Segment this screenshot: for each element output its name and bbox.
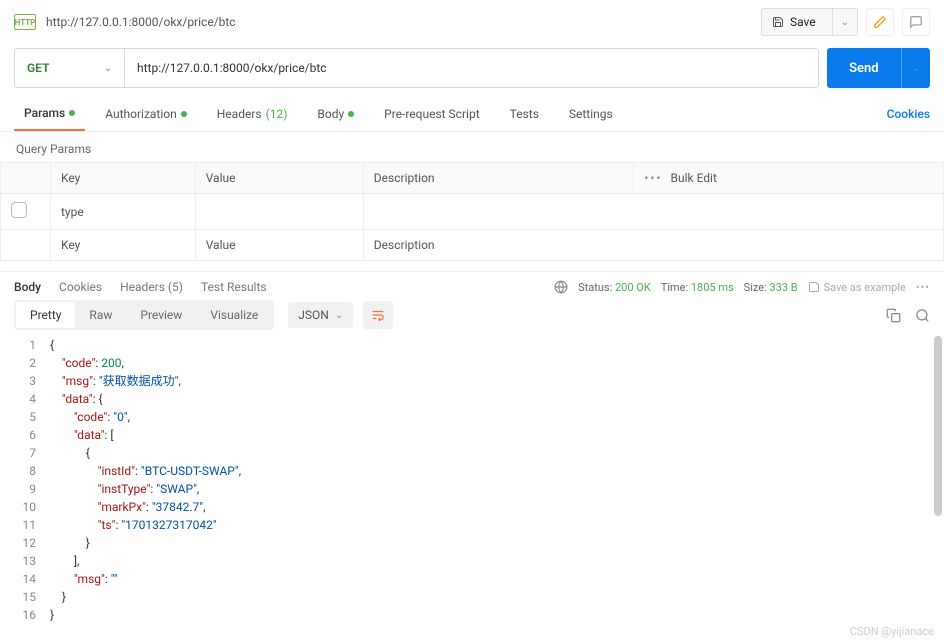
dot-indicator: [181, 111, 187, 117]
time-label: Time: 1805 ms: [661, 281, 734, 294]
desc-cell[interactable]: Description: [363, 230, 943, 261]
url-input[interactable]: [125, 49, 818, 87]
query-params-label: Query Params: [0, 132, 944, 162]
key-cell[interactable]: type: [51, 194, 196, 230]
tab-params[interactable]: Params: [14, 96, 85, 131]
comment-icon: [909, 15, 923, 29]
format-select[interactable]: JSON⌄: [288, 302, 353, 328]
col-key: Key: [51, 163, 196, 194]
save-as-example-button[interactable]: Save as example: [808, 281, 906, 294]
key-cell[interactable]: Key: [51, 230, 196, 261]
method-value: GET: [27, 61, 49, 75]
row-checkbox[interactable]: [11, 202, 27, 218]
tab-settings[interactable]: Settings: [559, 96, 623, 131]
save-label: Save: [790, 15, 816, 29]
http-method-select[interactable]: GET ⌄: [15, 49, 125, 87]
view-preview[interactable]: Preview: [126, 302, 196, 328]
tab-authorization[interactable]: Authorization: [95, 96, 197, 131]
comment-button[interactable]: [902, 8, 930, 36]
send-button[interactable]: Send: [827, 48, 901, 88]
col-actions: ••• Bulk Edit: [634, 163, 944, 194]
col-description: Description: [363, 163, 634, 194]
view-mode-tabs: Pretty Raw Preview Visualize: [14, 300, 274, 330]
value-cell[interactable]: [195, 194, 363, 230]
view-visualize[interactable]: Visualize: [196, 302, 272, 328]
code-content: { "code": 200, "msg": "获取数据成功", "data": …: [50, 336, 930, 624]
bulk-edit-link[interactable]: Bulk Edit: [671, 171, 717, 185]
send-dropdown[interactable]: ⌄: [901, 48, 930, 88]
response-body-editor[interactable]: 12345678910111213141516 { "code": 200, "…: [0, 336, 944, 624]
save-button-group: Save ⌄: [761, 8, 858, 36]
tab-tests[interactable]: Tests: [500, 96, 549, 131]
wrap-icon: [371, 309, 385, 321]
watermark: CSDN @yijianace: [850, 625, 934, 638]
col-value: Value: [195, 163, 363, 194]
value-cell[interactable]: Value: [195, 230, 363, 261]
dot-indicator: [348, 111, 354, 117]
view-raw[interactable]: Raw: [75, 302, 126, 328]
size-label: Size: 333 B: [744, 281, 798, 294]
resp-tab-tests[interactable]: Test Results: [201, 280, 267, 294]
resp-tab-body[interactable]: Body: [14, 280, 41, 294]
save-icon: [808, 281, 820, 293]
cookies-link[interactable]: Cookies: [887, 107, 930, 121]
wrap-lines-button[interactable]: [363, 301, 393, 329]
more-icon[interactable]: •••: [644, 171, 662, 185]
view-pretty[interactable]: Pretty: [16, 302, 75, 328]
globe-icon[interactable]: [554, 280, 568, 294]
table-row-new: Key Value Description: [1, 230, 944, 261]
tab-body[interactable]: Body: [307, 96, 364, 131]
method-url-bar: GET ⌄: [14, 48, 819, 88]
line-gutter: 12345678910111213141516: [0, 336, 50, 624]
scrollbar[interactable]: [934, 336, 942, 516]
edit-button[interactable]: [866, 8, 894, 36]
tab-prerequest[interactable]: Pre-request Script: [374, 96, 489, 131]
status-label: Status: 200 OK: [578, 281, 651, 294]
pencil-icon: [873, 15, 887, 29]
tab-headers[interactable]: Headers (12): [207, 96, 298, 131]
resp-tab-cookies[interactable]: Cookies: [59, 280, 102, 294]
resp-tab-headers[interactable]: Headers (5): [120, 280, 183, 294]
chevron-down-icon: ⌄: [104, 63, 112, 74]
search-icon[interactable]: [915, 308, 930, 323]
desc-cell[interactable]: [363, 194, 943, 230]
save-icon: [772, 16, 784, 28]
dot-indicator: [69, 110, 75, 116]
request-tab-title: http://127.0.0.1:8000/okx/price/btc: [46, 15, 751, 29]
save-button[interactable]: Save: [762, 9, 826, 35]
send-button-group: Send ⌄: [827, 48, 930, 88]
more-icon[interactable]: •••: [916, 281, 930, 294]
query-params-table: Key Value Description •••Bulk Edit type …: [0, 162, 944, 261]
table-row: type: [1, 194, 944, 230]
save-dropdown[interactable]: ⌄: [832, 9, 857, 35]
col-checkbox: [1, 163, 51, 194]
http-badge: HTTP: [14, 14, 36, 30]
copy-icon[interactable]: [886, 308, 901, 323]
